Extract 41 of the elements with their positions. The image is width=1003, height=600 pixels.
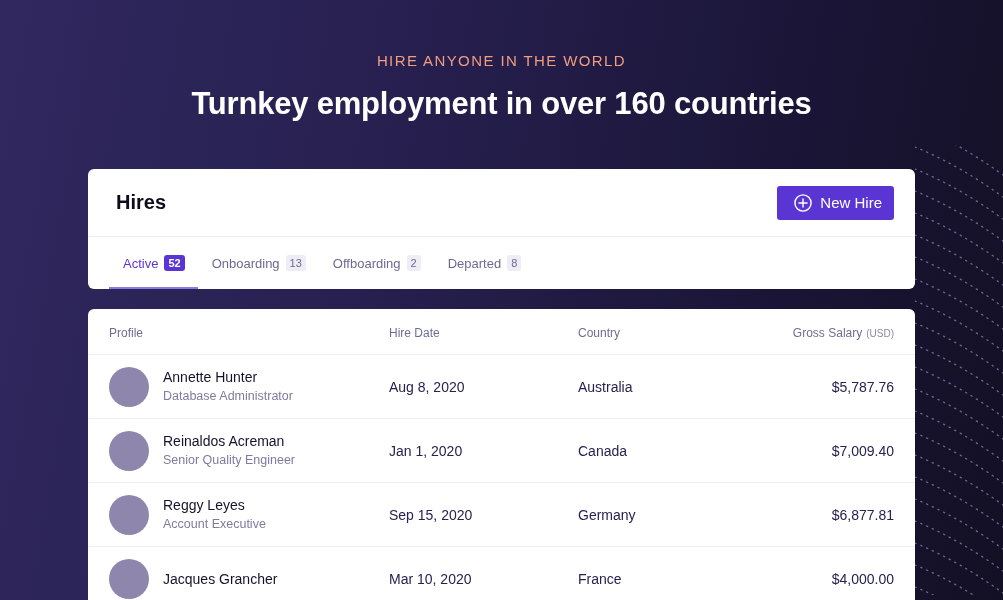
tab-count-badge: 8: [507, 255, 522, 271]
tab-count-badge: 2: [406, 255, 421, 271]
tab[interactable]: Departed 8: [433, 237, 535, 289]
country-cell: France: [578, 570, 622, 587]
tab[interactable]: Onboarding 13: [197, 237, 319, 289]
plus-circle-icon: [794, 193, 813, 212]
tab-count-badge: 13: [285, 255, 306, 271]
hire-date-cell: Aug 8, 2020: [389, 378, 465, 395]
avatar-photo-placeholder: [109, 366, 149, 407]
employee-name: Annette Hunter: [163, 368, 259, 386]
tab[interactable]: Active 52: [109, 237, 198, 289]
country-cell: Canada: [578, 442, 628, 459]
column-header: Hire Date: [389, 325, 440, 340]
hero-heading: Turnkey employment in over 160 countries: [190, 85, 813, 123]
currency-unit: (USD): [866, 327, 894, 339]
eyebrow-text: HIRE ANYONE IN THE WORLD: [375, 52, 628, 70]
job-title: Senior Quality Engineer: [163, 452, 296, 469]
hire-date-cell: Sep 15, 2020: [389, 506, 473, 523]
tab-count-badge: 52: [164, 255, 185, 271]
hire-date-cell: Mar 10, 2020: [389, 570, 472, 587]
job-title: Account Executive: [163, 516, 266, 533]
country-cell: Germany: [578, 506, 636, 523]
panel-title: Hires: [116, 191, 167, 214]
avatar-photo-placeholder: [109, 430, 149, 471]
salary-cell: $4,000.00: [831, 570, 894, 587]
column-header: Gross Salary: [792, 325, 863, 340]
tab[interactable]: Offboarding 2: [318, 237, 434, 289]
employee-name: Reinaldos Acreman: [163, 432, 286, 450]
column-header: Profile: [109, 325, 143, 340]
salary-cell: $6,877.81: [831, 506, 894, 523]
employee-name: Jacques Grancher: [163, 569, 278, 588]
avatar-photo-placeholder: [109, 494, 149, 535]
salary-cell: $7,009.40: [831, 442, 894, 459]
salary-cell: $5,787.76: [831, 378, 894, 395]
employee-name: Reggy Leyes: [163, 496, 246, 514]
avatar-photo-placeholder: [109, 558, 149, 599]
country-cell: Australia: [578, 378, 633, 395]
column-header: Country: [578, 325, 621, 340]
new-hire-button[interactable]: New Hire: [777, 185, 894, 220]
job-title: Database Administrator: [163, 388, 293, 405]
hire-date-cell: Jan 1, 2020: [389, 442, 463, 459]
